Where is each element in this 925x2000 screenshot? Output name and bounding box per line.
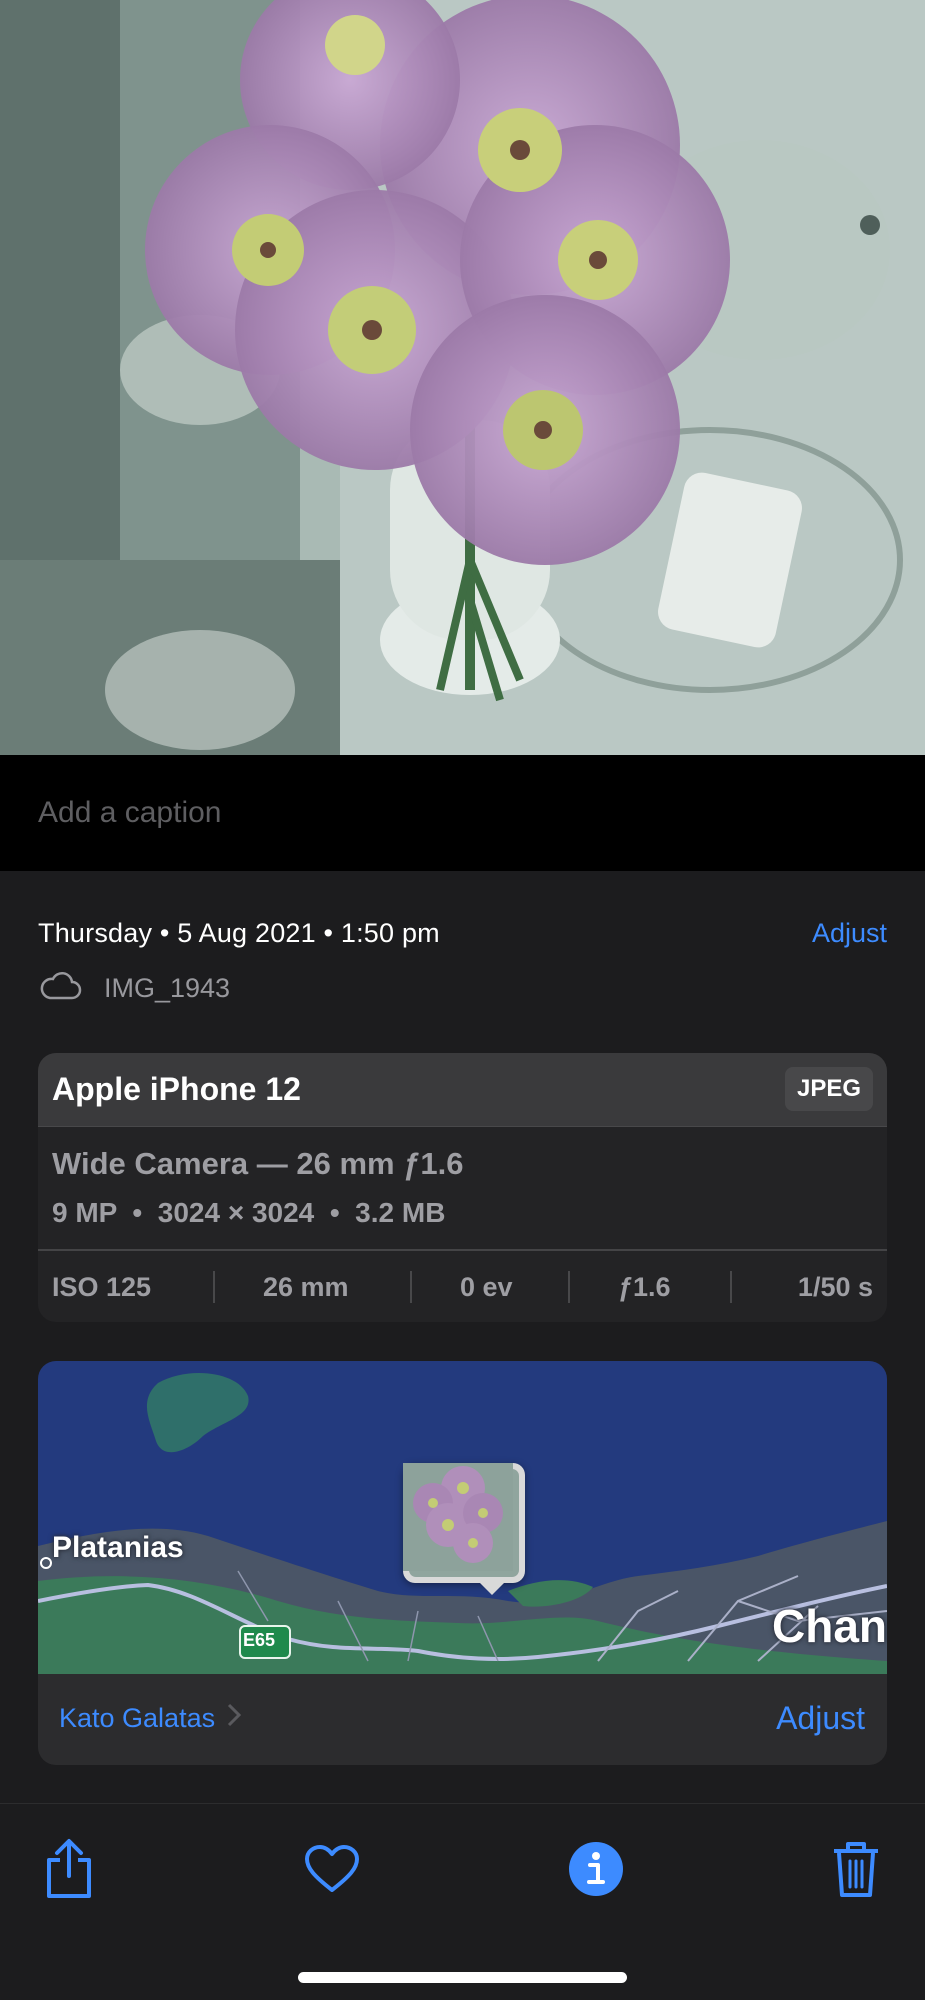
photo-date-time: Thursday • 5 Aug 2021 • 1:50 pm [38, 918, 440, 948]
format-badge: JPEG [784, 1067, 873, 1111]
exif-divider [213, 1271, 215, 1303]
info-icon [568, 1841, 624, 1902]
caption-bar [0, 755, 925, 871]
trash-icon [831, 1839, 881, 1904]
exif-exposure-value: 0 ev [460, 1272, 513, 1302]
exif-shutter-speed: 1/50 s [797, 1272, 873, 1302]
home-indicator [298, 1972, 627, 1983]
exif-divider [410, 1271, 412, 1303]
exif-divider [730, 1271, 732, 1303]
lens-info: Wide Camera — 26 mm ƒ1.6 [52, 1146, 464, 1181]
share-button[interactable] [34, 1836, 104, 1906]
road-label-e65: E65 [243, 1630, 276, 1650]
exif-focal-length: 26 mm [263, 1272, 349, 1302]
camera-info-card: Apple iPhone 12 JPEG Wide Camera — 26 mm… [38, 1053, 887, 1322]
camera-header: Apple iPhone 12 JPEG [38, 1053, 887, 1127]
delete-button[interactable] [821, 1836, 891, 1906]
exif-aperture: ƒ1.6 [618, 1272, 671, 1302]
map-view[interactable]: Platanias E65 Chan [38, 1361, 887, 1674]
location-map-card: Platanias E65 Chan Kato Galatas Adjust [38, 1361, 887, 1765]
flower-photo [0, 0, 925, 755]
camera-model: Apple iPhone 12 [52, 1071, 301, 1107]
adjust-location-button[interactable]: Adjust [776, 1700, 865, 1737]
bottom-toolbar [0, 1803, 925, 2000]
photo-location-pin[interactable] [403, 1463, 525, 1583]
chevron-right-icon [227, 1703, 242, 1734]
favorite-button[interactable] [297, 1836, 367, 1906]
share-icon [43, 1838, 95, 1905]
exif-iso: ISO 125 [52, 1272, 152, 1302]
image-specs: 9 MP • 3024 × 3024 • 3.2 MB [52, 1197, 446, 1228]
cloud-icon [38, 971, 82, 1006]
photo-view[interactable] [0, 0, 925, 755]
adjust-date-button[interactable]: Adjust [812, 918, 887, 949]
location-name-link[interactable]: Kato Galatas [59, 1703, 242, 1734]
pin-thumbnail [403, 1463, 519, 1577]
file-name: IMG_1943 [104, 972, 231, 1003]
map-label-platanias: Platanias [52, 1531, 184, 1564]
pin-pointer [478, 1581, 506, 1595]
caption-input[interactable] [38, 793, 878, 833]
info-button[interactable] [561, 1836, 631, 1906]
file-info: IMG_1943 [38, 970, 230, 1006]
heart-icon [304, 1844, 360, 1899]
map-label-chania: Chan [772, 1600, 887, 1652]
location-name: Kato Galatas [59, 1703, 216, 1733]
exif-divider [568, 1271, 570, 1303]
exif-row: ISO 125 26 mm 0 ev ƒ1.6 1/50 s [38, 1249, 887, 1322]
map-footer: Kato Galatas Adjust [38, 1674, 887, 1765]
